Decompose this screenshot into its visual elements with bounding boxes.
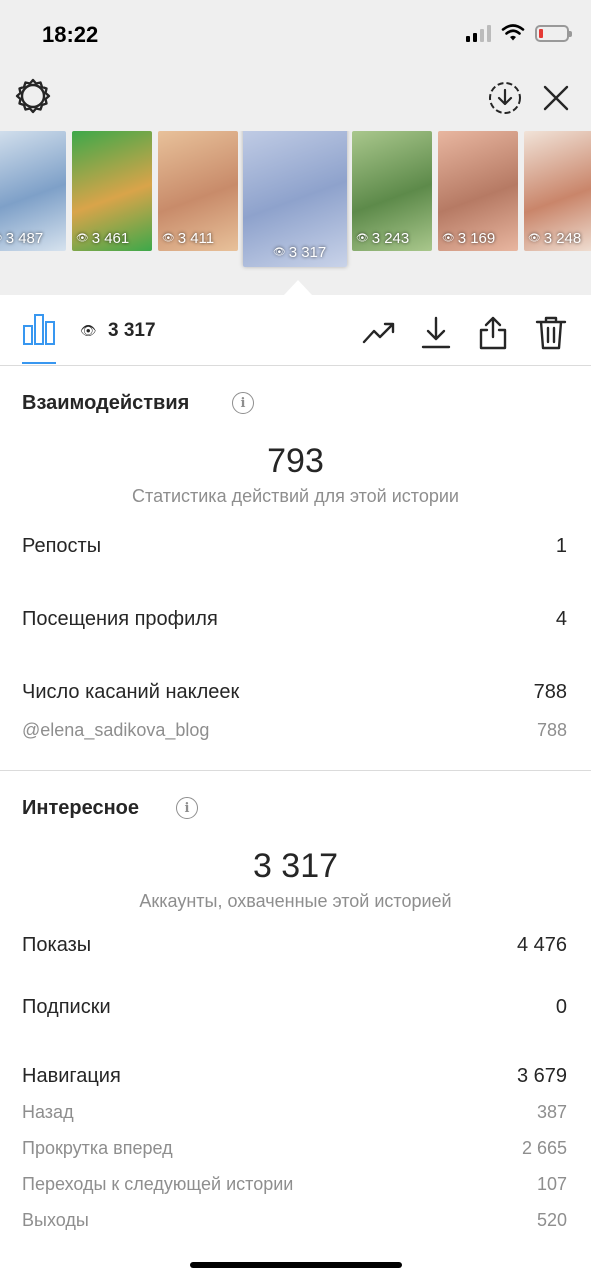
- story-thumbnail[interactable]: 👁 3 411: [158, 131, 238, 251]
- eye-icon: 👁: [80, 323, 97, 338]
- bar-chart-icon: [23, 314, 55, 345]
- share-icon: [479, 316, 507, 350]
- row-navigation-value: 3 679: [516, 1065, 567, 1087]
- thumbnail-views: 3 487: [5, 230, 44, 247]
- eye-icon: 👁: [76, 233, 89, 244]
- story-thumbnail-strip[interactable]: 👁3 487 👁3 461 👁3 411 👁3 317 👁3 243 👁3 16…: [0, 131, 591, 271]
- story-thumbnail[interactable]: 👁 3 169: [438, 131, 518, 251]
- row-back-label: Назад: [22, 1102, 74, 1122]
- interactions-total: 793: [267, 442, 324, 480]
- story-thumbnail[interactable]: 👁 3 461: [72, 131, 152, 251]
- eye-icon: 👁: [0, 233, 3, 244]
- active-tab-indicator: [22, 362, 56, 364]
- eye-icon: 👁: [162, 233, 175, 244]
- status-bar: 18:22: [0, 0, 591, 70]
- row-impressions-label: Показы: [22, 934, 92, 956]
- close-icon: [543, 85, 569, 111]
- thumbnail-views: 3 248: [543, 230, 582, 247]
- selected-story-pointer: [284, 280, 312, 295]
- interactions-caption: Статистика действий для этой истории: [132, 486, 459, 506]
- row-forward-label: Прокрутка вперед: [22, 1138, 173, 1158]
- gear-icon: [15, 78, 51, 114]
- info-icon[interactable]: i: [176, 797, 198, 819]
- row-sticker-mention-value: 788: [536, 720, 567, 740]
- row-sticker-mention-label: @elena_sadikova_blog: [22, 720, 210, 740]
- battery-icon: [535, 24, 572, 42]
- delete-button[interactable]: [531, 313, 571, 353]
- trending-up-icon: [362, 322, 395, 344]
- trash-icon: [535, 316, 567, 350]
- row-navigation-label: Навигация: [22, 1065, 121, 1087]
- insights-tab[interactable]: [22, 312, 56, 351]
- signal-icon: [466, 24, 491, 42]
- views-count: 3 317: [108, 320, 156, 341]
- row-follows-label: Подписки: [22, 996, 111, 1018]
- row-exits-value: 520: [536, 1210, 567, 1230]
- row-profile-visits-value: 4: [555, 608, 567, 630]
- thumbnail-views: 3 169: [457, 230, 496, 247]
- story-thumbnail-selected[interactable]: 👁 3 317: [243, 131, 347, 267]
- thumbnail-views: 3 411: [177, 230, 215, 247]
- insights-toolbar: 👁 3 317: [0, 296, 591, 366]
- eye-icon: 👁: [442, 233, 455, 244]
- section-divider: [0, 770, 591, 771]
- status-icons: [466, 24, 572, 42]
- download-circle-icon: [489, 82, 521, 114]
- wifi-icon: [501, 24, 525, 41]
- share-button[interactable]: [473, 313, 513, 353]
- save-story-button[interactable]: [485, 78, 525, 118]
- discovery-caption: Аккаунты, охваченные этой историей: [139, 891, 452, 911]
- row-back-value: 387: [536, 1102, 567, 1122]
- eye-icon: 👁: [273, 247, 286, 258]
- eye-icon: 👁: [356, 233, 369, 244]
- row-forward-value: 2 665: [521, 1138, 567, 1158]
- row-sticker-taps-label: Число касаний наклеек: [22, 681, 240, 703]
- settings-button[interactable]: [13, 76, 53, 116]
- row-reposts-value: 1: [555, 535, 567, 557]
- discovery-total: 3 317: [252, 847, 339, 885]
- thumbnail-views: 3 243: [371, 230, 410, 247]
- interactions-title: Взаимодействия: [22, 392, 190, 414]
- thumbnail-views: 3 461: [91, 230, 130, 247]
- row-profile-visits-label: Посещения профиля: [22, 608, 218, 630]
- download-icon: [421, 316, 451, 349]
- info-icon[interactable]: i: [232, 392, 254, 414]
- row-follows-value: 0: [555, 996, 567, 1018]
- story-thumbnail[interactable]: 👁 3 248: [524, 131, 591, 251]
- row-exits-label: Выходы: [22, 1210, 89, 1230]
- row-sticker-taps-value: 788: [533, 681, 567, 703]
- download-button[interactable]: [416, 313, 456, 353]
- row-impressions-value: 4 476: [516, 934, 567, 956]
- home-indicator: [190, 1262, 402, 1268]
- promote-button[interactable]: [359, 313, 399, 353]
- row-next-story-label: Переходы к следующей истории: [22, 1174, 294, 1194]
- story-thumbnail[interactable]: 👁3 487: [0, 131, 66, 251]
- eye-icon: 👁: [528, 233, 541, 244]
- row-next-story-value: 107: [536, 1174, 567, 1194]
- story-thumbnail[interactable]: 👁 3 243: [352, 131, 432, 251]
- close-button[interactable]: [536, 78, 576, 118]
- row-reposts-label: Репосты: [22, 535, 102, 557]
- discovery-title: Интересное: [22, 797, 139, 819]
- status-time: 18:22: [42, 22, 99, 47]
- thumbnail-views: 3 317: [288, 244, 327, 261]
